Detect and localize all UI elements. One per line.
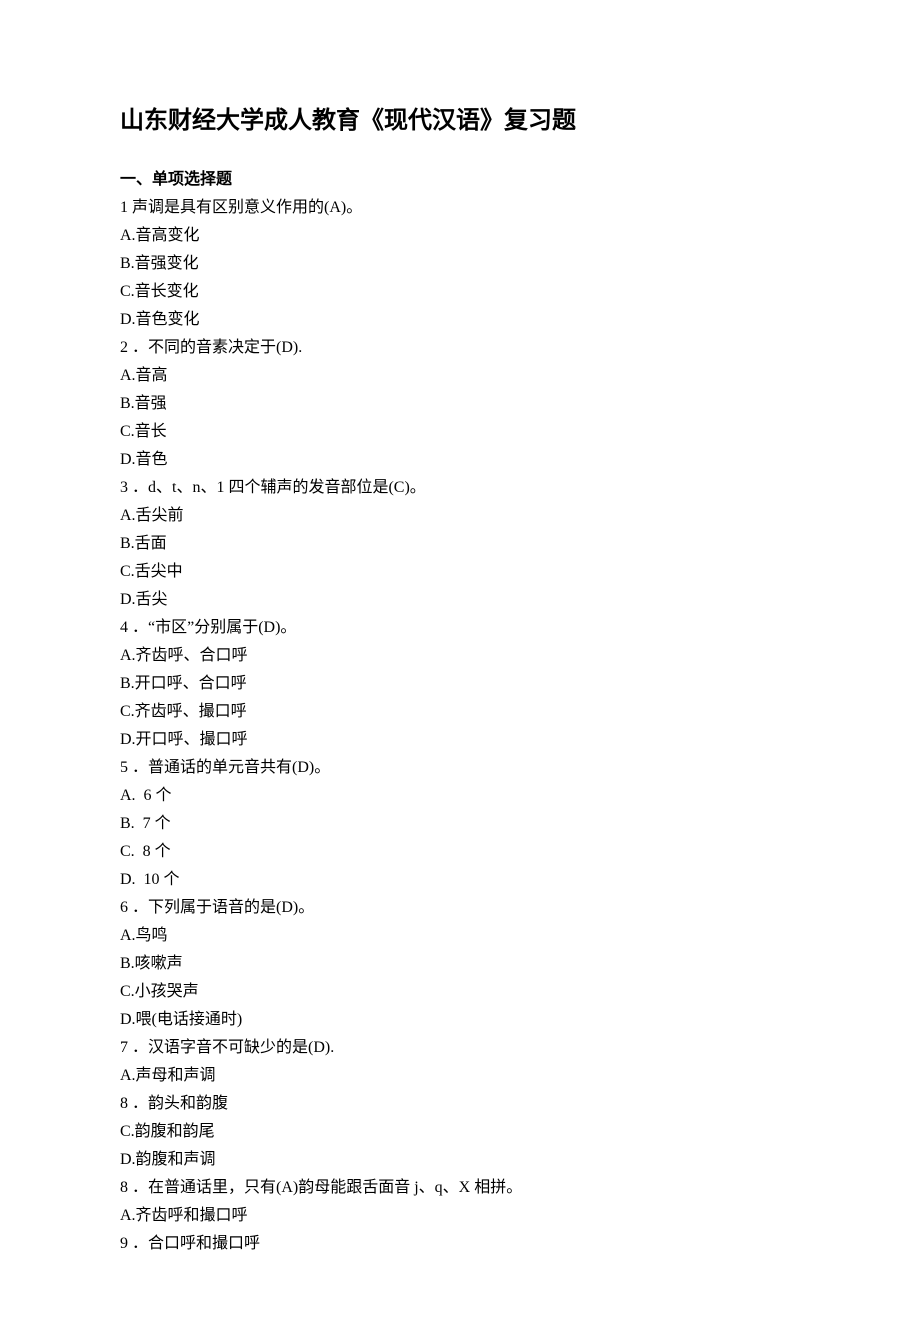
body-line: D.喂(电话接通时) bbox=[120, 1006, 800, 1034]
section-header: 一、单项选择题 bbox=[120, 166, 800, 194]
body-line: D.开口呼、撮口呼 bbox=[120, 726, 800, 754]
body-line: B.音强 bbox=[120, 390, 800, 418]
body-line: 7 ．汉语字音不可缺少的是(D). bbox=[120, 1034, 800, 1062]
body-line: C.韵腹和韵尾 bbox=[120, 1118, 800, 1146]
body-line: C. 8 个 bbox=[120, 838, 800, 866]
body-line: A.舌尖前 bbox=[120, 502, 800, 530]
body-line: B. 7 个 bbox=[120, 810, 800, 838]
body-line: 9 ．合口呼和撮口呼 bbox=[120, 1230, 800, 1258]
body-line: 6 ．下列属于语音的是(D)。 bbox=[120, 894, 800, 922]
body-line: A.鸟鸣 bbox=[120, 922, 800, 950]
body-line: 5 ．普通话的单元音共有(D)。 bbox=[120, 754, 800, 782]
body-line: 2 ．不同的音素决定于(D). bbox=[120, 334, 800, 362]
body-line: 8 ．韵头和韵腹 bbox=[120, 1090, 800, 1118]
body-line: C.舌尖中 bbox=[120, 558, 800, 586]
body-line: 8 ．在普通话里，只有(A)韵母能跟舌面音 j、q、X 相拼。 bbox=[120, 1174, 800, 1202]
body-line: B.咳嗽声 bbox=[120, 950, 800, 978]
body-line: A.音高变化 bbox=[120, 222, 800, 250]
body-line: A.齐齿呼和撮口呼 bbox=[120, 1202, 800, 1230]
content-body: 1 声调是具有区别意义作用的(A)。 A.音高变化 B.音强变化 C.音长变化 … bbox=[120, 194, 800, 1258]
body-line: B.音强变化 bbox=[120, 250, 800, 278]
body-line: A. 6 个 bbox=[120, 782, 800, 810]
body-line: 4 ．“市区”分别属于(D)。 bbox=[120, 614, 800, 642]
body-line: C.齐齿呼、撮口呼 bbox=[120, 698, 800, 726]
body-line: D.音色变化 bbox=[120, 306, 800, 334]
body-line: D. 10 个 bbox=[120, 866, 800, 894]
body-line: A.声母和声调 bbox=[120, 1062, 800, 1090]
body-line: 1 声调是具有区别意义作用的(A)。 bbox=[120, 194, 800, 222]
body-line: 3 ．d、t、n、1 四个辅声的发音部位是(C)。 bbox=[120, 474, 800, 502]
body-line: D.舌尖 bbox=[120, 586, 800, 614]
page-title: 山东财经大学成人教育《现代汉语》复习题 bbox=[120, 100, 800, 142]
body-line: B.开口呼、合口呼 bbox=[120, 670, 800, 698]
body-line: D.韵腹和声调 bbox=[120, 1146, 800, 1174]
body-line: B.舌面 bbox=[120, 530, 800, 558]
body-line: A.齐齿呼、合口呼 bbox=[120, 642, 800, 670]
body-line: C.音长 bbox=[120, 418, 800, 446]
body-line: A.音高 bbox=[120, 362, 800, 390]
body-line: C.小孩哭声 bbox=[120, 978, 800, 1006]
body-line: C.音长变化 bbox=[120, 278, 800, 306]
body-line: D.音色 bbox=[120, 446, 800, 474]
document-page: 山东财经大学成人教育《现代汉语》复习题 一、单项选择题 1 声调是具有区别意义作… bbox=[0, 0, 920, 1318]
